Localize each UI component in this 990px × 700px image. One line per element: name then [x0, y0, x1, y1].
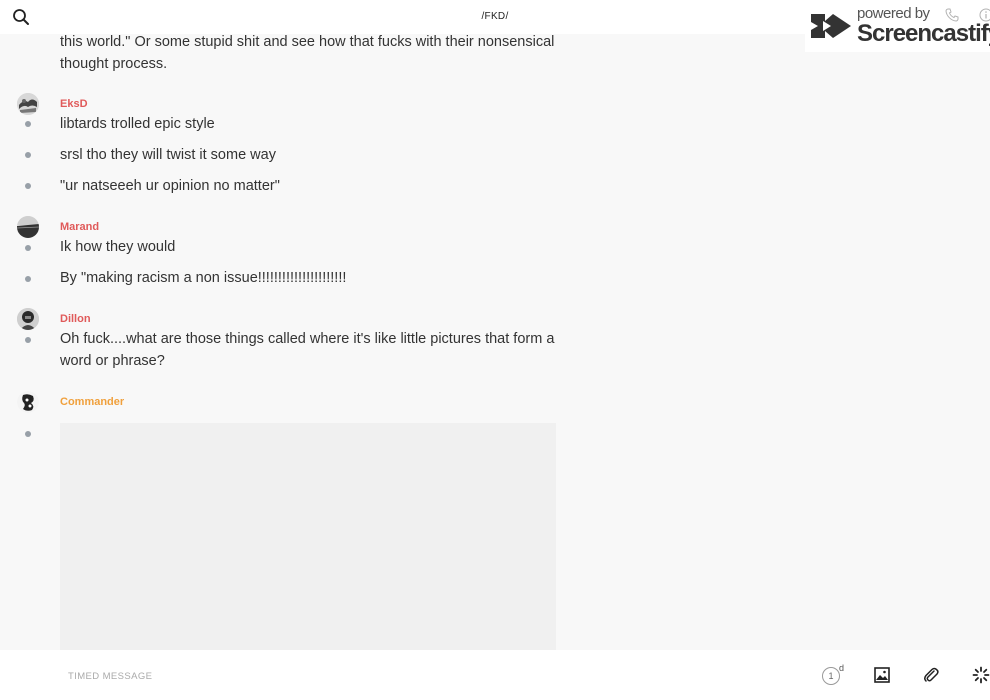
author-name[interactable]: EksD: [60, 98, 88, 110]
message-list: this world." Or some stupid shit and see…: [0, 34, 990, 650]
message-text: libtards trolled epic style: [60, 116, 215, 132]
message-text: this world." Or some stupid shit and see…: [60, 34, 555, 72]
message-bullet: [25, 121, 31, 127]
author-name[interactable]: Commander: [60, 396, 124, 408]
timer-value: 1: [822, 667, 840, 685]
avatar[interactable]: [17, 308, 39, 330]
info-icon[interactable]: [979, 8, 990, 22]
message-bullet: [25, 245, 31, 251]
message-text: Ik how they would: [60, 239, 176, 255]
avatar[interactable]: [17, 93, 39, 115]
message-bullet: [25, 276, 31, 282]
avatar[interactable]: [17, 216, 39, 238]
message-timer-button[interactable]: 1 d: [822, 663, 846, 687]
composer-bar: 1 d: [0, 650, 990, 700]
author-name[interactable]: Marand: [60, 221, 99, 233]
message-text: By "making racism a non issue!!!!!!!!!!!…: [60, 270, 347, 286]
message-text: "ur natseeeh ur opinion no matter": [60, 178, 280, 194]
spinner-icon[interactable]: [972, 666, 990, 684]
message-bullet: [25, 431, 31, 437]
phone-icon[interactable]: [945, 8, 959, 22]
message-input[interactable]: [68, 668, 668, 684]
timer-unit: d: [839, 663, 845, 673]
avatar[interactable]: [17, 391, 39, 413]
image-icon[interactable]: [873, 666, 891, 684]
image-attachment[interactable]: [60, 423, 556, 650]
message-bullet: [25, 183, 31, 189]
message-bullet: [25, 152, 31, 158]
paperclip-icon[interactable]: [922, 666, 940, 684]
author-name[interactable]: Dillon: [60, 313, 91, 325]
message-text: Oh fuck....what are those things called …: [60, 331, 555, 369]
message-bullet: [25, 337, 31, 343]
message-text: srsl tho they will twist it some way: [60, 147, 276, 163]
